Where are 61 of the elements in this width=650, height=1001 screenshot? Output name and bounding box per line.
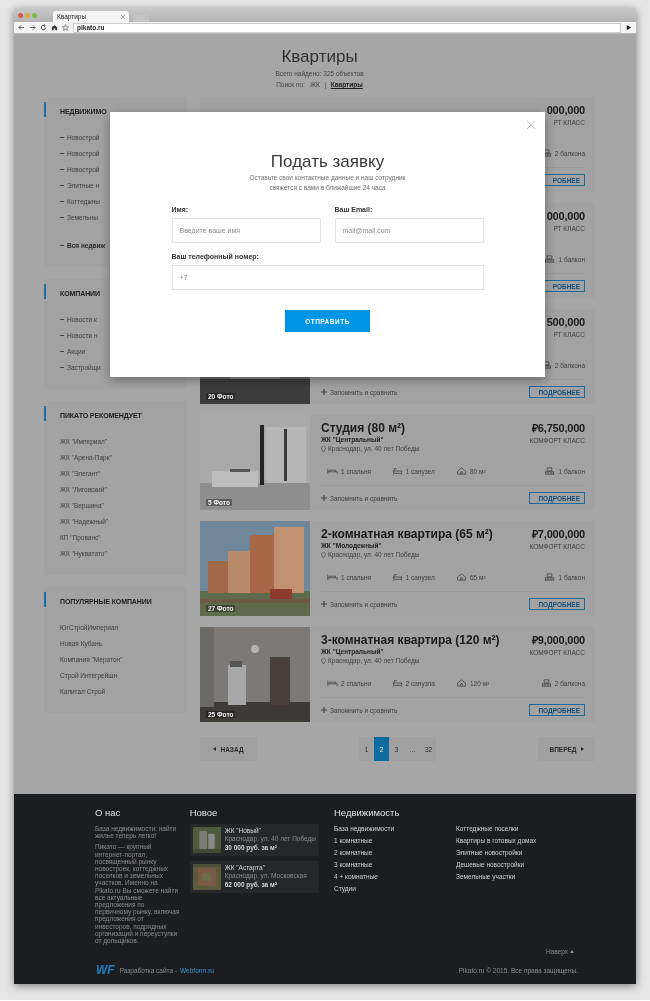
dash-icon: [60, 244, 64, 246]
price: ₽9,000,000: [532, 633, 585, 648]
balcony-icon: [544, 467, 556, 475]
caret-icon: [213, 747, 218, 751]
house-icon: [456, 467, 467, 475]
dash-icon: [60, 366, 64, 368]
dialog-title: Подать заявку: [270, 152, 385, 172]
price: 500,000: [546, 315, 585, 330]
listing-title[interactable]: Студия (80 м²): [321, 421, 420, 435]
dash-icon: [60, 168, 64, 170]
back-icon[interactable]: [18, 24, 25, 31]
play-icon[interactable]: [625, 24, 632, 31]
star-icon[interactable]: [62, 24, 69, 31]
dash-icon: [60, 318, 64, 320]
close-icon[interactable]: [121, 14, 125, 19]
pin-icon: [321, 552, 326, 558]
caret-icon: [579, 747, 584, 751]
balcony-icon: [544, 255, 556, 263]
home-icon[interactable]: [51, 24, 58, 31]
bathtub-icon: [391, 573, 403, 581]
plus-icon: [321, 707, 327, 713]
bed-icon: [327, 573, 338, 581]
accent-bar: [44, 102, 46, 117]
dash-icon: [60, 184, 64, 186]
listing-title[interactable]: 3-комнатная квартира (120 м²): [321, 633, 500, 647]
footer-heading: Новое: [189, 807, 219, 819]
logo: WF: [95, 963, 116, 979]
footer-heading: О нас: [95, 807, 122, 819]
close-icon[interactable]: [527, 121, 535, 129]
house-icon: [456, 679, 467, 687]
plus-icon: [321, 601, 327, 607]
bathtub-icon: [391, 679, 403, 687]
footer-heading: Недвижимость: [334, 807, 401, 819]
page-title: Квартиры: [281, 47, 358, 67]
price: 000,000: [546, 103, 585, 118]
accent-bar: [44, 406, 46, 421]
plus-icon: [321, 495, 327, 501]
price: ₽6,750,000: [532, 421, 585, 436]
balcony-icon: [544, 573, 556, 581]
bathtub-icon: [391, 467, 403, 475]
forward-icon[interactable]: [29, 24, 36, 31]
accent-bar: [44, 592, 46, 607]
listing-title[interactable]: 2-комнатная квартира (65 м²): [321, 527, 493, 541]
dash-icon: [60, 200, 64, 202]
dash-icon: [60, 334, 64, 336]
price: 000,000: [546, 209, 585, 224]
dash-icon: [60, 216, 64, 218]
balcony-icon: [540, 679, 552, 687]
plus-icon: [321, 389, 327, 395]
bed-icon: [327, 467, 338, 475]
house-icon: [456, 573, 467, 581]
dash-icon: [60, 350, 64, 352]
dash-icon: [60, 136, 64, 138]
reload-icon[interactable]: [40, 24, 47, 31]
pin-icon: [321, 446, 326, 452]
bed-icon: [327, 679, 338, 687]
pin-icon: [321, 658, 326, 664]
accent-bar: [44, 284, 46, 299]
dash-icon: [60, 152, 64, 154]
up-icon[interactable]: [570, 949, 574, 954]
price: ₽7,000,000: [532, 527, 585, 542]
